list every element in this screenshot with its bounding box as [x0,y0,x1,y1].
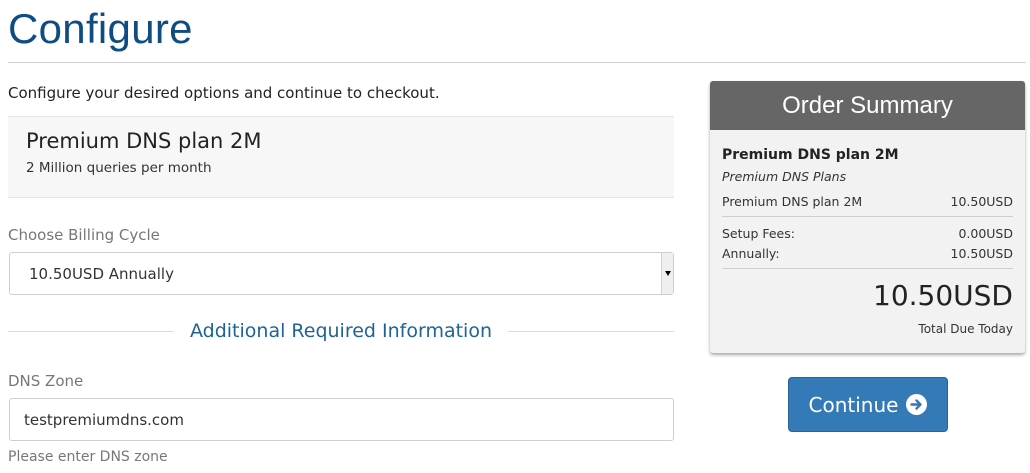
annually-value: 10.50USD [950,246,1014,261]
dns-zone-label: DNS Zone [8,372,84,390]
dns-zone-help-text: Please enter DNS zone [8,449,168,465]
summary-setup-fees: Setup Fees: 0.00USD [722,226,1013,241]
product-description: 2 Million queries per month [26,160,212,176]
setup-fees-label: Setup Fees: [722,226,795,241]
title-divider [8,62,1026,63]
summary-total-label: Total Due Today [918,322,1013,336]
billing-cycle-value: 10.50USD Annually [29,265,174,283]
summary-line-item-label: Premium DNS plan 2M [722,194,863,209]
section-divider-right [508,331,674,332]
summary-line-item-value: 10.50USD [950,194,1014,209]
order-summary-panel: Order Summary Premium DNS plan 2M Premiu… [710,81,1025,353]
product-name: Premium DNS plan 2M [26,129,262,153]
arrow-circle-right-icon [906,394,928,415]
order-summary-title: Order Summary [710,81,1025,130]
annually-label: Annually: [722,246,780,261]
billing-cycle-label: Choose Billing Cycle [8,226,160,244]
additional-info-heading: Additional Required Information [189,320,492,342]
summary-product-group: Premium DNS Plans [722,169,847,184]
continue-button-label: Continue [808,392,899,417]
summary-divider [722,268,1013,269]
dns-zone-input[interactable] [9,398,674,441]
summary-line-item: Premium DNS plan 2M 10.50USD [722,194,1013,209]
setup-fees-value: 0.00USD [958,226,1013,241]
billing-cycle-select[interactable]: 10.50USD Annually [9,252,674,295]
dropdown-arrow-icon[interactable] [661,253,673,294]
continue-button[interactable]: Continue [788,377,948,432]
summary-product-name: Premium DNS plan 2M [722,147,899,163]
product-info-box: Premium DNS plan 2M 2 Million queries pe… [8,116,674,198]
summary-total: 10.50USD [873,279,1013,312]
page-title: Configure [8,5,193,52]
summary-annually: Annually: 10.50USD [722,246,1013,261]
section-divider-left [8,331,174,332]
intro-text: Configure your desired options and conti… [8,84,440,102]
summary-divider [722,216,1013,217]
